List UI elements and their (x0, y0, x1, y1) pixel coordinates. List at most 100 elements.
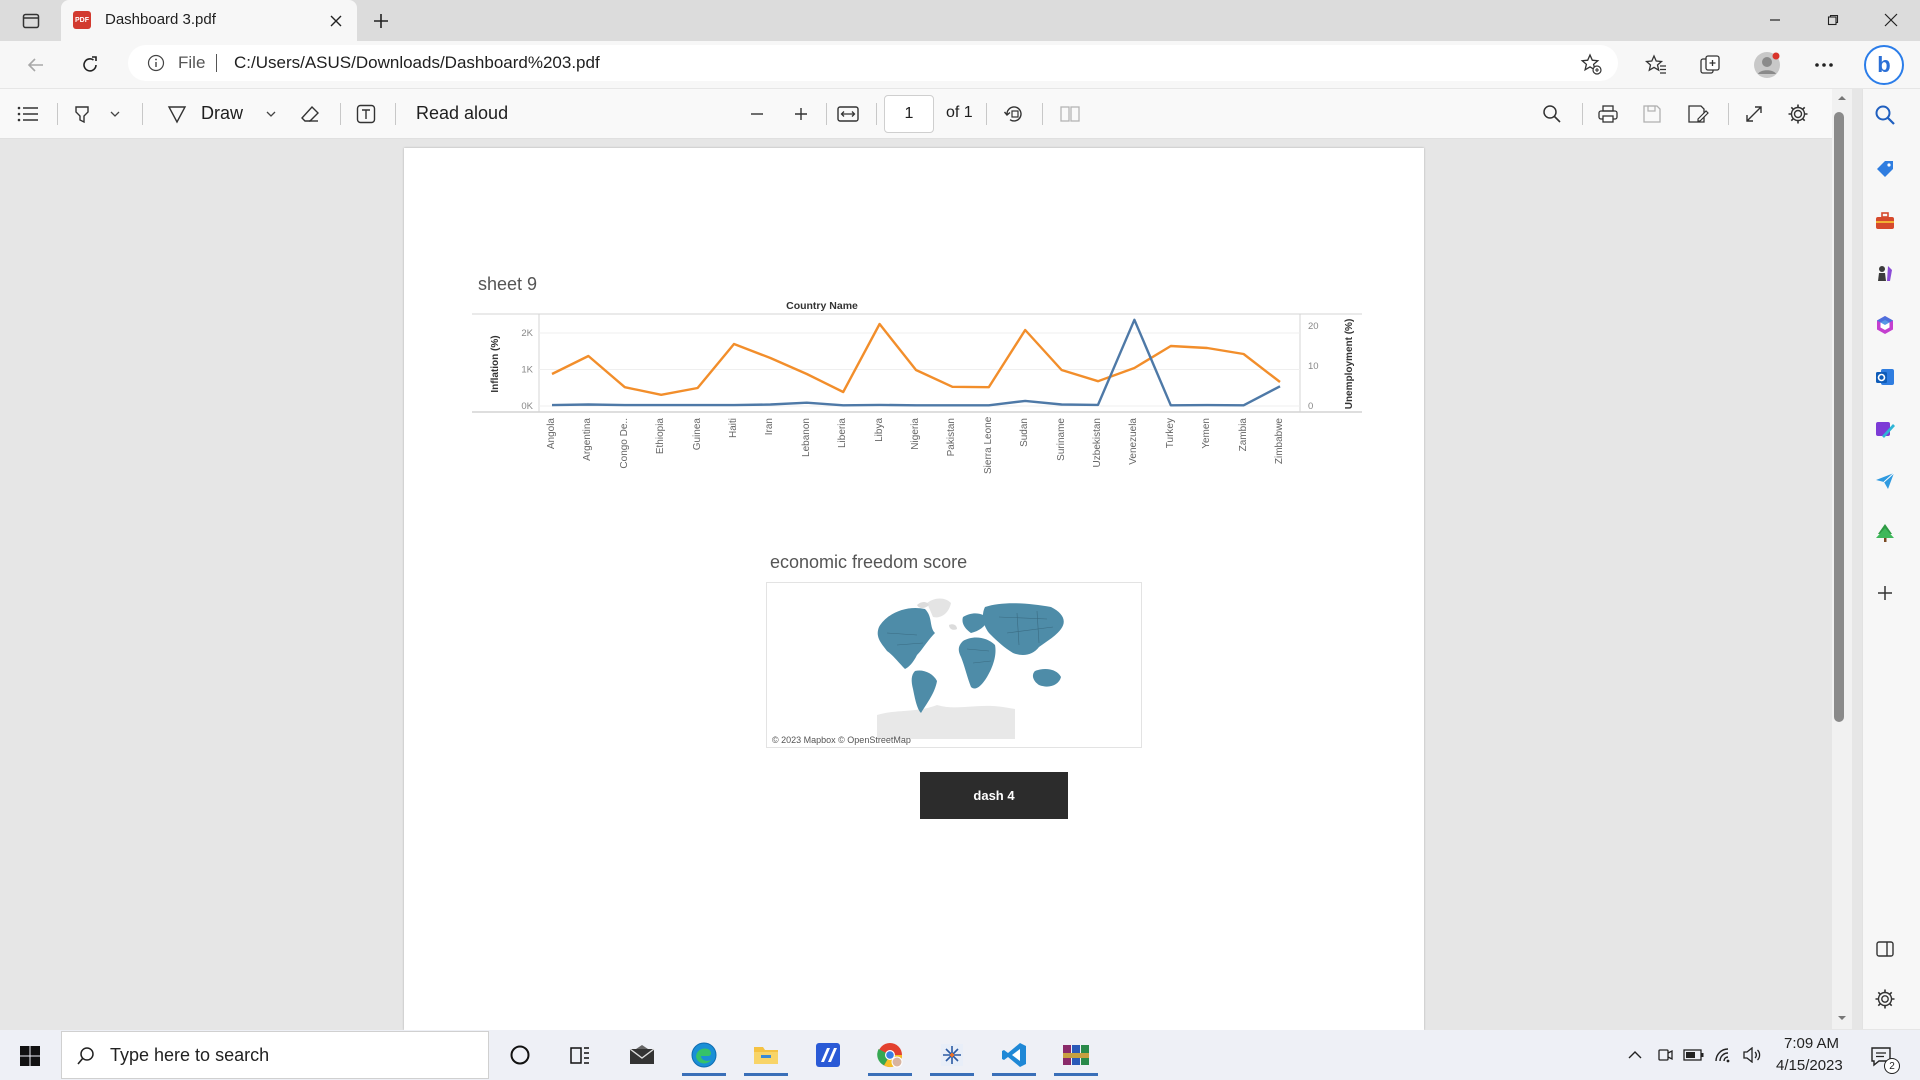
favorites-icon[interactable] (1640, 49, 1672, 81)
chrome-icon[interactable] (866, 1034, 914, 1076)
fullscreen-icon[interactable] (1740, 101, 1768, 127)
settings-icon[interactable] (1784, 101, 1812, 127)
print-icon[interactable] (1594, 101, 1622, 127)
draw-icon[interactable] (164, 101, 190, 127)
new-tab-icon[interactable] (368, 8, 394, 34)
taskbar-time[interactable]: 7:09 AM (1784, 1035, 1839, 1052)
designer-icon[interactable] (1870, 414, 1900, 444)
notification-count-badge: 2 (1884, 1058, 1900, 1074)
office-icon[interactable] (1870, 310, 1900, 340)
wifi-icon[interactable] (1712, 1044, 1736, 1066)
save-icon[interactable] (1638, 101, 1666, 127)
back-icon[interactable] (20, 49, 52, 81)
notifications-icon[interactable]: 2 (1866, 1040, 1900, 1074)
zoom-out-icon[interactable] (744, 101, 770, 127)
mail-icon[interactable] (618, 1034, 666, 1076)
split-screen-icon[interactable] (1870, 934, 1900, 964)
page-number-input[interactable]: 1 (884, 95, 934, 133)
collections-icon[interactable] (1694, 49, 1726, 81)
scroll-up-icon[interactable] (1836, 93, 1848, 103)
page-number-value: 1 (904, 105, 914, 122)
map-title: economic freedom score (770, 552, 968, 572)
battery-icon[interactable] (1682, 1044, 1706, 1066)
australia-shape (1032, 669, 1061, 687)
close-tab-icon[interactable] (325, 10, 347, 32)
active-indicator (930, 1073, 974, 1076)
x-tick-label: Angola (546, 418, 557, 450)
show-hidden-icons-icon[interactable] (1624, 1044, 1646, 1066)
draw-label[interactable]: Draw (201, 103, 243, 124)
read-aloud-button[interactable]: Read aloud (416, 103, 508, 124)
contents-icon[interactable] (14, 101, 42, 127)
save-as-icon[interactable] (1684, 101, 1712, 127)
tag-icon[interactable] (1870, 154, 1900, 184)
taskbar-date[interactable]: 4/15/2023 (1776, 1057, 1843, 1074)
dash-4-button[interactable]: dash 4 (920, 772, 1068, 819)
tableau-icon[interactable] (928, 1034, 976, 1076)
taskbar-search-placeholder: Type here to search (110, 1045, 270, 1065)
pdf-page: sheet 9 Country Name Inflation (%) Unemp… (404, 148, 1424, 1030)
x-tick-label: Haiti (728, 418, 739, 439)
add-favorite-icon[interactable] (1578, 51, 1604, 77)
greenland-shape (927, 598, 951, 618)
tab-actions-icon[interactable] (18, 8, 44, 34)
task-view-icon[interactable] (556, 1034, 604, 1076)
highlight-icon[interactable] (68, 101, 96, 127)
search-icon[interactable] (1870, 100, 1900, 130)
file-explorer-icon[interactable] (742, 1034, 790, 1076)
add-text-icon[interactable] (352, 101, 380, 127)
refresh-icon[interactable] (74, 49, 106, 81)
pdf-toolbar: Draw Read aloud 1 of 1 (0, 89, 1832, 139)
sidebar-settings-icon[interactable] (1870, 984, 1900, 1014)
taskbar-search-box[interactable]: Type here to search (61, 1031, 489, 1079)
volume-icon[interactable] (1740, 1044, 1764, 1066)
eraser-icon[interactable] (296, 101, 324, 127)
active-indicator (1054, 1073, 1098, 1076)
pdf-icon: PDF (73, 11, 91, 29)
send-icon[interactable] (1870, 466, 1900, 496)
outlook-icon[interactable] (1870, 362, 1900, 392)
toolbar-separator (986, 103, 987, 125)
toolbar-separator (1728, 103, 1729, 125)
close-window-icon[interactable] (1876, 6, 1906, 34)
highlight-dropdown-icon[interactable] (106, 103, 124, 125)
scroll-down-icon[interactable] (1836, 1013, 1848, 1023)
x-tick-label: Sudan (1019, 418, 1031, 447)
minimize-icon[interactable] (1760, 6, 1790, 34)
scrollbar-thumb[interactable] (1834, 112, 1844, 722)
chess-icon[interactable] (1870, 258, 1900, 288)
meet-now-icon[interactable] (1654, 1044, 1676, 1066)
x-tick-label: Libya (873, 418, 885, 442)
profile-avatar-icon[interactable] (1750, 48, 1784, 82)
page-view-icon[interactable] (1056, 101, 1084, 127)
vscode-icon[interactable] (990, 1034, 1038, 1076)
draw-dropdown-icon[interactable] (262, 103, 280, 125)
cortana-icon[interactable] (496, 1034, 544, 1076)
browser-tab[interactable]: PDF Dashboard 3.pdf (61, 0, 357, 41)
world-map[interactable]: © 2023 Mapbox © OpenStreetMap (766, 582, 1142, 748)
info-icon[interactable] (146, 53, 166, 73)
active-indicator (744, 1073, 788, 1076)
fit-width-icon[interactable] (834, 101, 862, 127)
rotate-icon[interactable] (1000, 101, 1028, 127)
edge-browser-icon[interactable] (680, 1034, 728, 1076)
briefcase-icon[interactable] (1870, 206, 1900, 236)
africa-shape (958, 637, 996, 689)
more-menu-icon[interactable] (1808, 49, 1840, 81)
url-text[interactable]: C:/Users/ASUS/Downloads/Dashboard%203.pd… (234, 53, 600, 73)
powerapps-icon[interactable] (804, 1034, 852, 1076)
bing-copilot-icon[interactable]: b (1864, 45, 1904, 85)
find-icon[interactable] (1538, 101, 1566, 127)
tree-icon[interactable] (1870, 518, 1900, 548)
zoom-in-icon[interactable] (788, 101, 814, 127)
add-icon[interactable] (1870, 578, 1900, 608)
toolbar-separator (826, 103, 827, 125)
url-box[interactable]: File C:/Users/ASUS/Downloads/Dashboard%2… (128, 45, 1618, 81)
active-indicator (868, 1073, 912, 1076)
address-bar-row: File C:/Users/ASUS/Downloads/Dashboard%2… (0, 41, 1920, 88)
winrar-icon[interactable] (1052, 1034, 1100, 1076)
toolbar-separator (57, 103, 58, 125)
windows-start-icon[interactable] (10, 1036, 50, 1076)
active-indicator (992, 1073, 1036, 1076)
restore-icon[interactable] (1818, 6, 1848, 34)
